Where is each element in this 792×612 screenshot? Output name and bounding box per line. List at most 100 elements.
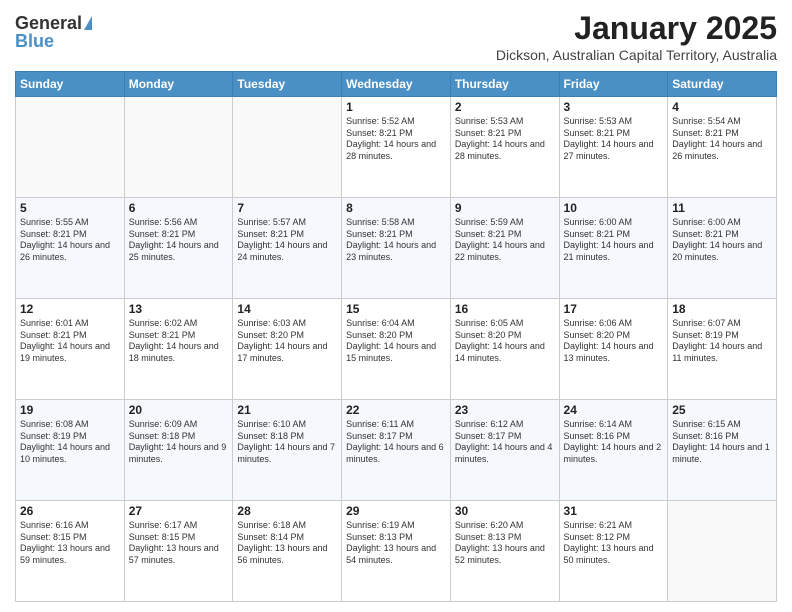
col-monday: Monday [124,72,233,97]
calendar-cell [668,501,777,602]
logo-triangle-icon [84,16,92,30]
day-number: 18 [672,302,772,316]
day-info: Sunrise: 6:08 AM Sunset: 8:19 PM Dayligh… [20,419,120,466]
calendar-cell: 3 Sunrise: 5:53 AM Sunset: 8:21 PM Daylig… [559,97,668,198]
day-number: 25 [672,403,772,417]
day-info: Sunrise: 6:05 AM Sunset: 8:20 PM Dayligh… [455,318,555,365]
day-number: 3 [564,100,664,114]
day-info: Sunrise: 6:03 AM Sunset: 8:20 PM Dayligh… [237,318,337,365]
header: General Blue January 2025 Dickson, Austr… [15,10,777,63]
calendar-cell: 19 Sunrise: 6:08 AM Sunset: 8:19 PM Dayli… [16,400,125,501]
calendar-cell: 15Sunrise: 6:04 AM Sunset: 8:20 PM Dayli… [342,299,451,400]
calendar-cell: 21 Sunrise: 6:10 AM Sunset: 8:18 PM Dayli… [233,400,342,501]
week-row-0: 1Sunrise: 5:52 AM Sunset: 8:21 PM Daylig… [16,97,777,198]
calendar-cell: 8 Sunrise: 5:58 AM Sunset: 8:21 PM Daylig… [342,198,451,299]
calendar-cell: 22Sunrise: 6:11 AM Sunset: 8:17 PM Dayli… [342,400,451,501]
day-number: 27 [129,504,229,518]
day-info: Sunrise: 6:17 AM Sunset: 8:15 PM Dayligh… [129,520,229,567]
calendar-cell: 11Sunrise: 6:00 AM Sunset: 8:21 PM Dayli… [668,198,777,299]
calendar-cell: 23 Sunrise: 6:12 AM Sunset: 8:17 PM Dayli… [450,400,559,501]
page: General Blue January 2025 Dickson, Austr… [0,0,792,612]
col-friday: Friday [559,72,668,97]
logo: General Blue [15,14,92,50]
day-info: Sunrise: 6:18 AM Sunset: 8:14 PM Dayligh… [237,520,337,567]
day-number: 10 [564,201,664,215]
day-number: 17 [564,302,664,316]
day-info: Sunrise: 5:56 AM Sunset: 8:21 PM Dayligh… [129,217,229,264]
day-number: 29 [346,504,446,518]
col-saturday: Saturday [668,72,777,97]
day-number: 13 [129,302,229,316]
subtitle: Dickson, Australian Capital Territory, A… [496,47,777,63]
week-row-3: 19 Sunrise: 6:08 AM Sunset: 8:19 PM Dayli… [16,400,777,501]
week-row-1: 5Sunrise: 5:55 AM Sunset: 8:21 PM Daylig… [16,198,777,299]
day-info: Sunrise: 6:21 AM Sunset: 8:12 PM Dayligh… [564,520,664,567]
day-info: Sunrise: 5:59 AM Sunset: 8:21 PM Dayligh… [455,217,555,264]
col-sunday: Sunday [16,72,125,97]
calendar-cell: 16 Sunrise: 6:05 AM Sunset: 8:20 PM Dayli… [450,299,559,400]
day-number: 4 [672,100,772,114]
calendar-cell: 26 Sunrise: 6:16 AM Sunset: 8:15 PM Dayli… [16,501,125,602]
day-number: 28 [237,504,337,518]
day-number: 16 [455,302,555,316]
day-info: Sunrise: 5:55 AM Sunset: 8:21 PM Dayligh… [20,217,120,264]
day-info: Sunrise: 6:15 AM Sunset: 8:16 PM Dayligh… [672,419,772,466]
calendar-cell: 6 Sunrise: 5:56 AM Sunset: 8:21 PM Daylig… [124,198,233,299]
day-info: Sunrise: 6:00 AM Sunset: 8:21 PM Dayligh… [564,217,664,264]
day-info: Sunrise: 6:07 AM Sunset: 8:19 PM Dayligh… [672,318,772,365]
day-number: 30 [455,504,555,518]
calendar-cell: 2Sunrise: 5:53 AM Sunset: 8:21 PM Daylig… [450,97,559,198]
day-number: 8 [346,201,446,215]
day-info: Sunrise: 6:16 AM Sunset: 8:15 PM Dayligh… [20,520,120,567]
day-number: 14 [237,302,337,316]
calendar-cell: 13Sunrise: 6:02 AM Sunset: 8:21 PM Dayli… [124,299,233,400]
calendar-cell: 5Sunrise: 5:55 AM Sunset: 8:21 PM Daylig… [16,198,125,299]
calendar-cell: 18 Sunrise: 6:07 AM Sunset: 8:19 PM Dayli… [668,299,777,400]
day-info: Sunrise: 5:58 AM Sunset: 8:21 PM Dayligh… [346,217,446,264]
week-row-4: 26 Sunrise: 6:16 AM Sunset: 8:15 PM Dayli… [16,501,777,602]
day-info: Sunrise: 6:14 AM Sunset: 8:16 PM Dayligh… [564,419,664,466]
day-number: 7 [237,201,337,215]
calendar-cell: 9 Sunrise: 5:59 AM Sunset: 8:21 PM Daylig… [450,198,559,299]
day-info: Sunrise: 5:57 AM Sunset: 8:21 PM Dayligh… [237,217,337,264]
calendar-cell: 14 Sunrise: 6:03 AM Sunset: 8:20 PM Dayli… [233,299,342,400]
day-info: Sunrise: 6:01 AM Sunset: 8:21 PM Dayligh… [20,318,120,365]
day-info: Sunrise: 6:12 AM Sunset: 8:17 PM Dayligh… [455,419,555,466]
calendar-cell [233,97,342,198]
calendar-cell: 7 Sunrise: 5:57 AM Sunset: 8:21 PM Daylig… [233,198,342,299]
day-number: 21 [237,403,337,417]
col-wednesday: Wednesday [342,72,451,97]
logo-general-text: General [15,14,82,32]
calendar-cell: 30Sunrise: 6:20 AM Sunset: 8:13 PM Dayli… [450,501,559,602]
calendar-cell: 24 Sunrise: 6:14 AM Sunset: 8:16 PM Dayli… [559,400,668,501]
calendar-cell: 4 Sunrise: 5:54 AM Sunset: 8:21 PM Daylig… [668,97,777,198]
day-number: 26 [20,504,120,518]
day-info: Sunrise: 5:54 AM Sunset: 8:21 PM Dayligh… [672,116,772,163]
calendar-cell: 1Sunrise: 5:52 AM Sunset: 8:21 PM Daylig… [342,97,451,198]
day-number: 9 [455,201,555,215]
calendar-cell: 17Sunrise: 6:06 AM Sunset: 8:20 PM Dayli… [559,299,668,400]
logo-blue-text: Blue [15,32,54,50]
col-tuesday: Tuesday [233,72,342,97]
title-section: January 2025 Dickson, Australian Capital… [496,10,777,63]
calendar-table: Sunday Monday Tuesday Wednesday Thursday… [15,71,777,602]
day-info: Sunrise: 6:11 AM Sunset: 8:17 PM Dayligh… [346,419,446,466]
day-info: Sunrise: 6:10 AM Sunset: 8:18 PM Dayligh… [237,419,337,466]
calendar-header-row: Sunday Monday Tuesday Wednesday Thursday… [16,72,777,97]
day-info: Sunrise: 5:53 AM Sunset: 8:21 PM Dayligh… [455,116,555,163]
day-number: 11 [672,201,772,215]
calendar-cell: 27 Sunrise: 6:17 AM Sunset: 8:15 PM Dayli… [124,501,233,602]
day-number: 19 [20,403,120,417]
day-number: 24 [564,403,664,417]
col-thursday: Thursday [450,72,559,97]
day-info: Sunrise: 6:04 AM Sunset: 8:20 PM Dayligh… [346,318,446,365]
calendar-cell: 25 Sunrise: 6:15 AM Sunset: 8:16 PM Dayli… [668,400,777,501]
day-number: 6 [129,201,229,215]
calendar-cell: 28 Sunrise: 6:18 AM Sunset: 8:14 PM Dayli… [233,501,342,602]
day-number: 23 [455,403,555,417]
calendar-cell [16,97,125,198]
day-number: 31 [564,504,664,518]
calendar-cell: 12Sunrise: 6:01 AM Sunset: 8:21 PM Dayli… [16,299,125,400]
day-info: Sunrise: 5:53 AM Sunset: 8:21 PM Dayligh… [564,116,664,163]
calendar-cell [124,97,233,198]
